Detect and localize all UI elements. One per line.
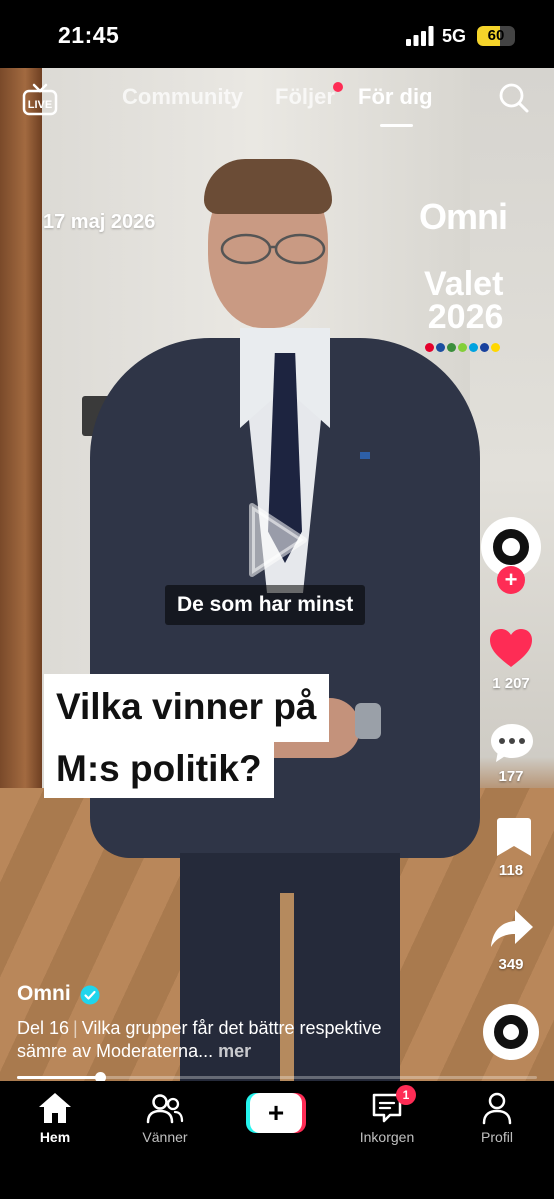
video-date: 17 maj 2026 xyxy=(43,211,156,233)
video-caption[interactable]: Del 16 | Vilka grupper får det bättre resp… xyxy=(17,1017,417,1063)
party-dot-3 xyxy=(447,343,456,352)
nav-profile-label: Profil xyxy=(481,1129,513,1145)
playback-progress-fill xyxy=(17,1076,101,1079)
inbox-badge: 1 xyxy=(396,1085,416,1105)
caption-separator: | xyxy=(73,1018,78,1038)
video-background-door xyxy=(0,68,42,838)
omni-logo-icon xyxy=(494,1015,528,1049)
headline-line1: Vilka vinner på xyxy=(44,674,329,742)
bookmark-icon[interactable] xyxy=(491,814,537,860)
party-dot-7 xyxy=(491,343,500,352)
create-button[interactable]: + xyxy=(246,1093,306,1133)
comment-icon[interactable] xyxy=(489,720,535,766)
caption-more-link[interactable]: mer xyxy=(218,1041,251,1061)
plus-icon: + xyxy=(250,1093,302,1133)
home-icon xyxy=(39,1093,71,1123)
following-notification-dot xyxy=(333,82,343,92)
share-count: 349 xyxy=(498,956,524,973)
signal-icon xyxy=(406,26,434,46)
search-icon[interactable] xyxy=(498,82,530,114)
election-title-line1: Valet xyxy=(424,265,504,303)
caption-part: Del 16 xyxy=(17,1018,70,1038)
follow-button[interactable]: + xyxy=(497,566,525,594)
author-name[interactable]: Omni xyxy=(17,982,71,1006)
nav-home-label: Hem xyxy=(39,1129,71,1145)
nav-home[interactable]: Hem xyxy=(10,1091,100,1145)
bottom-nav: Hem Vänner + 1 Inkorgen Profil xyxy=(0,1081,554,1199)
party-dot-6 xyxy=(480,343,489,352)
comment-count: 177 xyxy=(498,768,524,785)
tab-community[interactable]: Community xyxy=(122,84,243,110)
profile-icon xyxy=(482,1092,512,1125)
status-bar: 21:45 5G 60 xyxy=(0,0,554,68)
party-color-dots xyxy=(425,343,500,353)
top-tabs: Community Följer För dig xyxy=(0,84,554,124)
omni-logo-icon xyxy=(493,529,529,565)
play-icon[interactable] xyxy=(246,502,308,578)
brand-logo: Omni xyxy=(419,196,508,237)
nav-friends[interactable]: Vänner xyxy=(120,1091,210,1145)
like-count: 1 207 xyxy=(492,675,530,692)
friends-icon xyxy=(146,1094,184,1124)
nav-friends-label: Vänner xyxy=(142,1129,188,1145)
battery-icon: 60 xyxy=(477,26,515,46)
nav-inbox[interactable]: 1 Inkorgen xyxy=(342,1085,432,1145)
verified-badge-icon xyxy=(80,985,100,1005)
party-dot-2 xyxy=(436,343,445,352)
election-title-line2: 2026 xyxy=(427,298,504,336)
battery-level: 60 xyxy=(487,27,505,44)
nav-inbox-label: Inkorgen xyxy=(359,1129,415,1145)
bookmark-count: 118 xyxy=(498,862,524,879)
network-type: 5G xyxy=(442,26,467,46)
party-dot-1 xyxy=(425,343,434,352)
active-tab-indicator xyxy=(380,124,413,127)
heart-icon[interactable] xyxy=(488,626,534,672)
tab-for-you[interactable]: För dig xyxy=(358,84,433,110)
share-icon[interactable] xyxy=(489,906,535,952)
election-title: Valet 2026 xyxy=(424,265,504,336)
tab-following[interactable]: Följer xyxy=(275,84,335,110)
video-subtitle: De som har minst xyxy=(165,585,366,625)
music-disc[interactable] xyxy=(483,1004,539,1060)
clock: 21:45 xyxy=(58,22,120,48)
party-dot-4 xyxy=(458,343,467,352)
party-dot-5 xyxy=(469,343,478,352)
headline-line2: M:s politik? xyxy=(44,740,274,798)
playback-progress-bar[interactable] xyxy=(17,1072,537,1083)
nav-profile[interactable]: Profil xyxy=(452,1091,542,1145)
